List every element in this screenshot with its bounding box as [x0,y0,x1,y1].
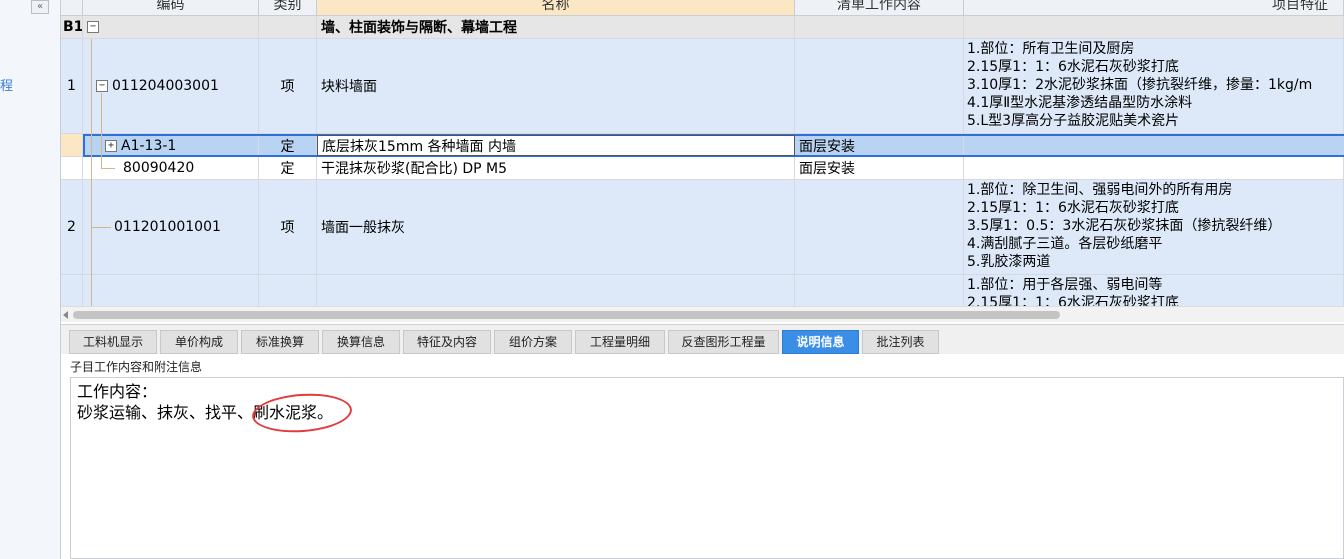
tab-labor-material[interactable]: 工料机显示 [69,330,157,354]
row-type[interactable]: 定 [259,136,317,155]
detail-tabbar: 工料机显示 单价构成 标准换算 换算信息 特征及内容 组价方案 工程量明细 反查… [61,324,1344,354]
expand-icon[interactable]: + [105,139,117,152]
feature-line: 5.L型3厚高分子益胶泥贴美术瓷片 [967,113,1180,129]
row-work-content[interactable] [795,39,964,134]
row-code-cell[interactable]: − 011204003001 [83,39,259,134]
header-name[interactable]: 名称 [317,0,795,16]
row-num [61,157,83,180]
section-id: B1 [61,16,83,39]
row-code: 011204003001 [112,78,219,94]
scroll-left-icon[interactable] [63,311,68,319]
row-num: 1 [61,39,83,134]
row-num [61,134,83,157]
feature-line: 5.乳胶漆两道 [967,254,1051,270]
feature-line: 1.部位：用于各层强、弱电间等 [967,277,1163,293]
row-type[interactable]: 项 [259,39,317,134]
row-features[interactable]: 1.部位：除卫生间、强弱电间外的所有用房 2.15厚1：1：6水泥石灰砂浆打底 3.… [964,180,1344,275]
tab-standard-conversion[interactable]: 标准换算 [241,330,319,354]
feature-line: 2.15厚1：1：6水泥石灰砂浆打底 [967,200,1179,216]
row-code[interactable] [83,275,259,306]
row-work-content[interactable]: 面层安装 [795,157,964,180]
info-line: 工作内容： [77,382,158,401]
feature-line: 1.部位：除卫生间、强弱电间外的所有用房 [967,182,1233,198]
row-work-content[interactable] [795,275,964,306]
header-type[interactable]: 类别 [259,0,317,16]
row-type[interactable]: 项 [259,180,317,275]
row-name[interactable] [317,275,795,306]
tab-quantity-detail[interactable]: 工程量明细 [575,330,665,354]
feature-line: 2.15厚1：1：6水泥石灰砂浆打底 [967,295,1179,306]
collapse-panel-icon[interactable]: « [31,0,49,14]
tab-reverse-graphic-quantity[interactable]: 反查图形工程量 [668,330,779,354]
feature-line: 2.15厚1：1：6水泥石灰砂浆打底 [967,59,1179,75]
row-name[interactable]: 墙面一般抹灰 [317,180,795,275]
row-features[interactable] [964,157,1344,180]
tab-features[interactable]: 特征及内容 [403,330,491,354]
feature-line: 4.满刮腻子三道。各层砂纸磨平 [967,236,1163,252]
row-name-editor[interactable]: 底层抹灰15mm 各种墙面 内墙 [317,135,795,156]
tree-line [101,168,115,169]
row-features[interactable]: 1.部位：用于各层强、弱电间等 2.15厚1：1：6水泥石灰砂浆打底 [964,275,1344,306]
row-code: A1-13-1 [121,137,177,154]
header-num [61,0,83,16]
section-feature-cell [964,16,1344,39]
row-type[interactable] [259,275,317,306]
info-section-label: 子目工作内容和附注信息 [70,360,203,374]
tree-line [91,39,92,306]
row-type[interactable]: 定 [259,157,317,180]
scrollbar-thumb[interactable] [73,311,1060,319]
header-feature[interactable]: 项目特征 [964,0,1344,16]
row-name[interactable]: 干混抹灰砂浆(配合比) DP M5 [317,157,795,180]
bill-grid: 编码 类别 名称 清单工作内容 项目特征 B1 − 墙、柱面装饰与隔断、幕墙工程… [61,0,1344,306]
row-num: 2 [61,180,83,275]
row-num [61,275,83,306]
tab-unit-price[interactable]: 单价构成 [160,330,238,354]
left-panel: « 程 [0,0,61,559]
tab-description-info[interactable]: 说明信息 [782,330,859,354]
section-type-cell [259,16,317,39]
collapse-icon[interactable]: − [87,21,99,33]
tab-pricing-scheme[interactable]: 组价方案 [494,330,572,354]
feature-line: 3.10厚1：2水泥砂浆抹面（掺抗裂纤维，掺量：1kg/m [967,77,1313,93]
header-work-content[interactable]: 清单工作内容 [795,0,964,16]
header-code[interactable]: 编码 [83,0,259,16]
collapse-icon[interactable]: − [96,80,108,92]
row-work-content[interactable] [795,180,964,275]
tree-line [91,227,111,228]
row-features[interactable]: 1.部位：所有卫生间及厨房 2.15厚1：1：6水泥石灰砂浆打底 3.10厚1：2水… [964,39,1344,134]
section-code-cell: − [83,16,259,39]
section-name[interactable]: 墙、柱面装饰与隔断、幕墙工程 [317,16,795,39]
row-code-cell[interactable]: + A1-13-1 [85,136,259,155]
tree-line [101,93,102,168]
section-work-cell [795,16,964,39]
tab-annotations[interactable]: 批注列表 [862,330,939,354]
nav-label[interactable]: 程 [0,75,14,94]
row-name[interactable]: 块料墙面 [317,39,795,134]
tab-conversion-info[interactable]: 换算信息 [322,330,400,354]
feature-line: 4.1厚Ⅱ型水泥基渗透结晶型防水涂料 [967,95,1193,111]
feature-line: 1.部位：所有卫生间及厨房 [967,41,1135,57]
feature-line: 3.5厚1：0.5：3水泥石灰砂浆抹面（掺抗裂纤维） [967,218,1282,234]
row-work-content[interactable]: 面层安装 [795,136,964,155]
horizontal-scrollbar[interactable] [61,306,1344,322]
